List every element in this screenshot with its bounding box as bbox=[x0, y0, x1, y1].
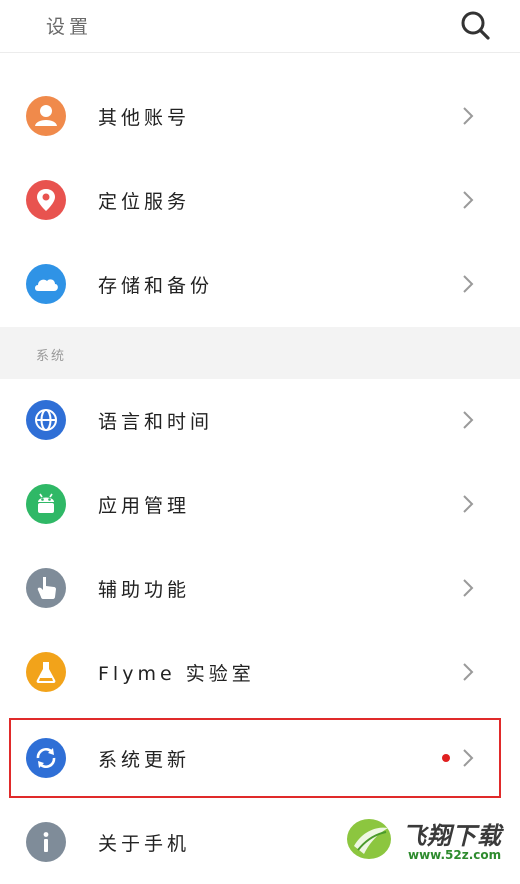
item-label: 系统更新 bbox=[98, 749, 191, 771]
section-label: 系统 bbox=[36, 349, 67, 364]
chevron-right-icon bbox=[460, 272, 476, 296]
chevron-right-icon bbox=[460, 746, 476, 770]
item-label: 辅助功能 bbox=[98, 579, 191, 601]
item-label: 定位服务 bbox=[98, 191, 191, 213]
android-icon bbox=[26, 484, 66, 524]
info-icon bbox=[26, 822, 66, 862]
item-label: 关于手机 bbox=[98, 833, 191, 855]
item-label: Flyme 实验室 bbox=[98, 663, 255, 685]
settings-item-location[interactable]: 定位服务 bbox=[0, 158, 520, 242]
section-header-system: 系统 bbox=[0, 327, 520, 379]
refresh-icon bbox=[26, 738, 66, 778]
page-title: 设置 bbox=[46, 16, 93, 38]
chevron-right-icon bbox=[460, 576, 476, 600]
person-icon bbox=[26, 96, 66, 136]
item-label: 其他账号 bbox=[98, 107, 191, 129]
chevron-right-icon bbox=[460, 104, 476, 128]
chevron-right-icon bbox=[460, 188, 476, 212]
search-icon[interactable] bbox=[458, 8, 492, 42]
chevron-right-icon bbox=[460, 492, 476, 516]
watermark-title: 飞翔下载 bbox=[402, 822, 502, 850]
settings-item-flyme-lab[interactable]: Flyme 实验室 bbox=[0, 630, 520, 714]
cloud-icon bbox=[26, 264, 66, 304]
settings-item-accessibility[interactable]: 辅助功能 bbox=[0, 546, 520, 630]
globe-icon bbox=[26, 400, 66, 440]
update-badge-dot bbox=[442, 754, 450, 762]
site-watermark: 飞翔下载 www.52z.com bbox=[342, 808, 520, 872]
settings-item-system-update[interactable]: 系统更新 bbox=[0, 716, 520, 800]
item-label: 存储和备份 bbox=[98, 275, 214, 297]
item-label: 语言和时间 bbox=[98, 411, 214, 433]
settings-item-other-accounts[interactable]: 其他账号 bbox=[0, 74, 520, 158]
chevron-right-icon bbox=[460, 660, 476, 684]
settings-item-language-time[interactable]: 语言和时间 bbox=[0, 378, 520, 462]
watermark-url: www.52z.com bbox=[408, 848, 502, 862]
settings-item-storage-backup[interactable]: 存储和备份 bbox=[0, 242, 520, 326]
hand-pointer-icon bbox=[26, 568, 66, 608]
item-label: 应用管理 bbox=[98, 495, 191, 517]
leaf-logo-icon bbox=[344, 814, 394, 864]
settings-item-app-management[interactable]: 应用管理 bbox=[0, 462, 520, 546]
flask-icon bbox=[26, 652, 66, 692]
chevron-right-icon bbox=[460, 408, 476, 432]
top-bar: 设置 bbox=[0, 0, 520, 53]
location-pin-icon bbox=[26, 180, 66, 220]
